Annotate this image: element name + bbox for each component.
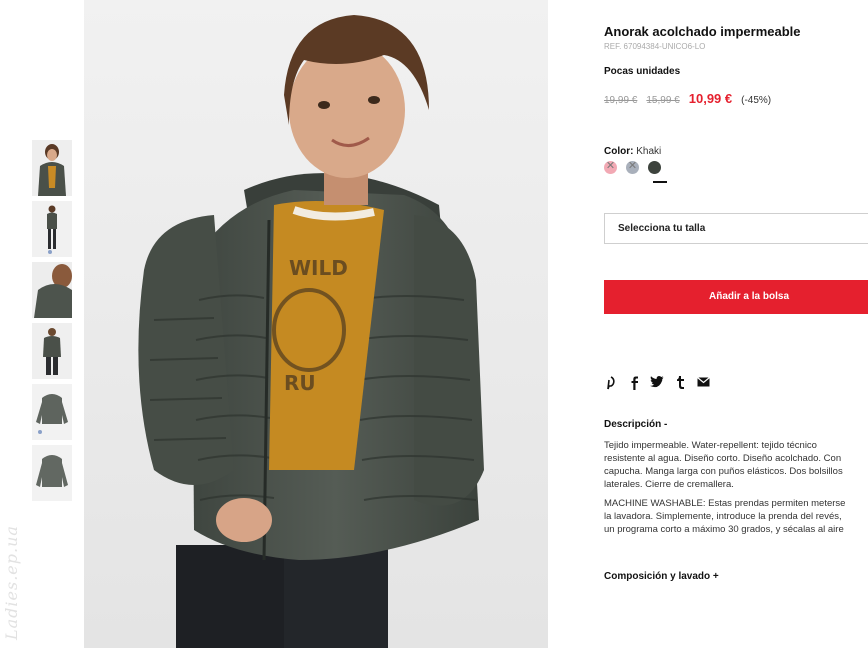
care-paragraph: MACHINE WASHABLE: Estas prendas permiten…	[604, 497, 868, 536]
product-title: Anorak acolchado impermeable	[604, 24, 801, 39]
description-line: resistente al agua. Diseño corto. Diseño…	[604, 453, 842, 464]
product-reference: REF. 67094384-UNICO6-LO	[604, 42, 706, 51]
selected-color-name: Khaki	[636, 146, 662, 157]
description-line: un programa corto a máximo 30 grados, y …	[604, 524, 844, 535]
selected-swatch-indicator	[653, 181, 667, 183]
thumbnail-back[interactable]	[32, 323, 72, 379]
add-to-bag-label: Añadir a la bolsa	[708, 291, 790, 302]
svg-text:RU: RU	[284, 371, 316, 395]
description-paragraph: Tejido impermeable. Water-repellent: tej…	[604, 439, 868, 491]
description-line: capucha. Manga larga con puños elásticos…	[604, 466, 843, 477]
add-to-bag-button[interactable]: Añadir a la bolsa	[604, 280, 868, 314]
description-text: Tejido impermeable. Water-repellent: tej…	[604, 439, 868, 542]
twitter-icon[interactable]	[650, 376, 664, 390]
description-toggle[interactable]: Descripción -	[604, 419, 667, 430]
thumbnail-hood-side[interactable]	[32, 262, 72, 318]
product-info-panel: Anorak acolchado impermeable REF. 670943…	[604, 0, 868, 648]
thumbnail-product-back[interactable]	[32, 445, 72, 501]
share-links	[604, 376, 719, 390]
description-line: MACHINE WASHABLE: Estas prendas permiten…	[604, 498, 846, 509]
previous-price: 15,99 €	[646, 95, 680, 106]
svg-text:WILD: WILD	[289, 256, 348, 280]
description-line: Tejido impermeable. Water-repellent: tej…	[604, 440, 817, 451]
discount-badge: (-45%)	[741, 95, 772, 106]
description-line: la lavadora. Simplemente, introduce la p…	[604, 511, 842, 522]
email-icon[interactable]	[696, 376, 710, 390]
composition-toggle[interactable]: Composición y lavado +	[604, 571, 719, 582]
thumbnail-front[interactable]	[32, 140, 72, 196]
main-product-image[interactable]: WILD RU	[84, 0, 548, 648]
watermark: Ladies.ep.ua	[2, 525, 21, 640]
unavailable-cross-icon: ✕	[605, 160, 616, 172]
thumbnail-gallery	[32, 140, 72, 506]
tumblr-icon[interactable]	[673, 376, 687, 390]
current-price: 10,99 €	[688, 91, 733, 106]
color-selector-label: Color: Khaki	[604, 146, 661, 157]
swatch-pink[interactable]: ✕	[604, 160, 617, 174]
description-line: laterales. Cierre de cremallera.	[604, 479, 734, 490]
color-swatches: ✕ ✕	[604, 160, 670, 174]
facebook-icon[interactable]	[627, 376, 641, 390]
swatch-grey[interactable]: ✕	[626, 160, 639, 174]
unavailable-cross-icon: ✕	[627, 160, 638, 172]
pinterest-icon[interactable]	[604, 376, 618, 390]
size-select[interactable]: Selecciona tu talla	[604, 213, 868, 244]
color-label: Color:	[604, 146, 634, 157]
price-block: 19,99 € 15,99 € 10,99 € (-45%)	[604, 91, 771, 106]
thumbnail-full-body[interactable]	[32, 201, 72, 257]
swatch-khaki[interactable]	[648, 161, 661, 174]
stock-notice: Pocas unidades	[604, 66, 681, 77]
thumbnail-product-front[interactable]	[32, 384, 72, 440]
original-price: 19,99 €	[604, 95, 638, 106]
